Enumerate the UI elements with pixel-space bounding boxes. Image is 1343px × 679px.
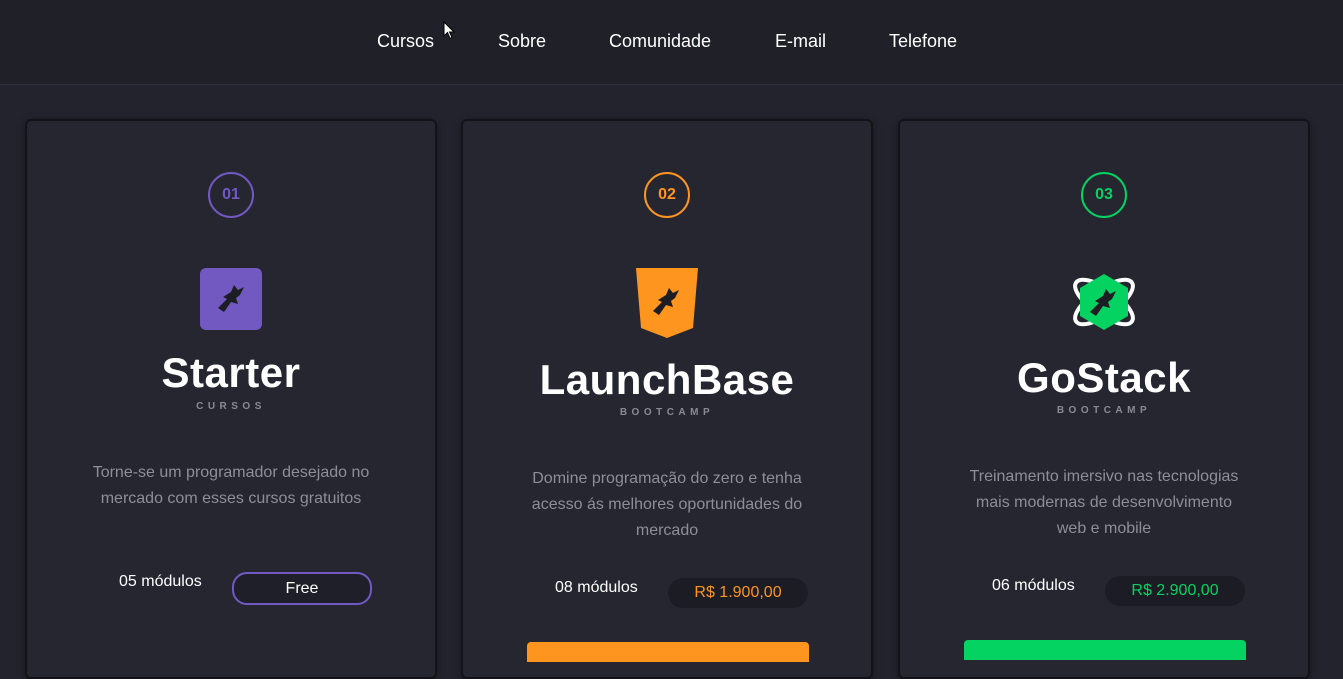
card-description: Treinamento imersivo nas tecnologias mai… [969, 468, 1239, 537]
gostack-logo-icon [1073, 274, 1135, 330]
nav-link-telefone[interactable]: Telefone [889, 31, 957, 52]
courses-section: 01 Starter CURSOS Torne-se um programado… [0, 86, 1343, 679]
card-description: Domine programação do zero e tenha acess… [531, 470, 803, 539]
nav-link-email[interactable]: E-mail [775, 31, 826, 52]
launchbase-logo-icon [636, 268, 698, 338]
card-number-badge: 01 [208, 172, 254, 218]
card-cta-button[interactable] [964, 640, 1246, 660]
card-modules-count: 06 módulos [992, 577, 1075, 594]
card-subtitle: CURSOS [196, 401, 266, 412]
nav-link-comunidade[interactable]: Comunidade [609, 31, 711, 52]
top-navigation-bar: Cursos Sobre Comunidade E-mail Telefone [0, 0, 1343, 85]
card-modules-count: 05 módulos [119, 573, 202, 590]
main-nav: Cursos Sobre Comunidade E-mail Telefone [0, 31, 1343, 53]
course-card-starter[interactable]: 01 Starter CURSOS Torne-se um programado… [25, 119, 437, 679]
course-card-launchbase[interactable]: 02 LaunchBase BOOTCAMP Domine programaçã… [461, 119, 873, 679]
card-title: LaunchBase [539, 356, 795, 403]
card-modules-count: 08 módulos [555, 579, 638, 596]
nav-link-sobre[interactable]: Sobre [498, 31, 546, 52]
nav-link-cursos[interactable]: Cursos [377, 31, 434, 52]
card-title: Starter [161, 349, 301, 396]
card-description: Torne-se um programador desejado no merc… [92, 464, 370, 507]
card-cta-button[interactable] [527, 642, 809, 662]
card-price-badge: R$ 2.900,00 [1105, 576, 1245, 606]
card-price-free-button[interactable]: Free [232, 572, 372, 605]
card-title: GoStack [1017, 354, 1191, 401]
course-card-gostack[interactable]: 03 GoStack BOOTCAMP Treinamento imersivo… [898, 119, 1310, 679]
starter-logo-icon [200, 268, 262, 330]
card-price-badge: R$ 1.900,00 [668, 578, 808, 608]
card-number-badge: 02 [644, 172, 690, 218]
card-subtitle: BOOTCAMP [1056, 405, 1152, 416]
card-number-badge: 03 [1081, 172, 1127, 218]
card-subtitle: BOOTCAMP [619, 407, 715, 418]
mouse-cursor-icon [443, 21, 455, 40]
